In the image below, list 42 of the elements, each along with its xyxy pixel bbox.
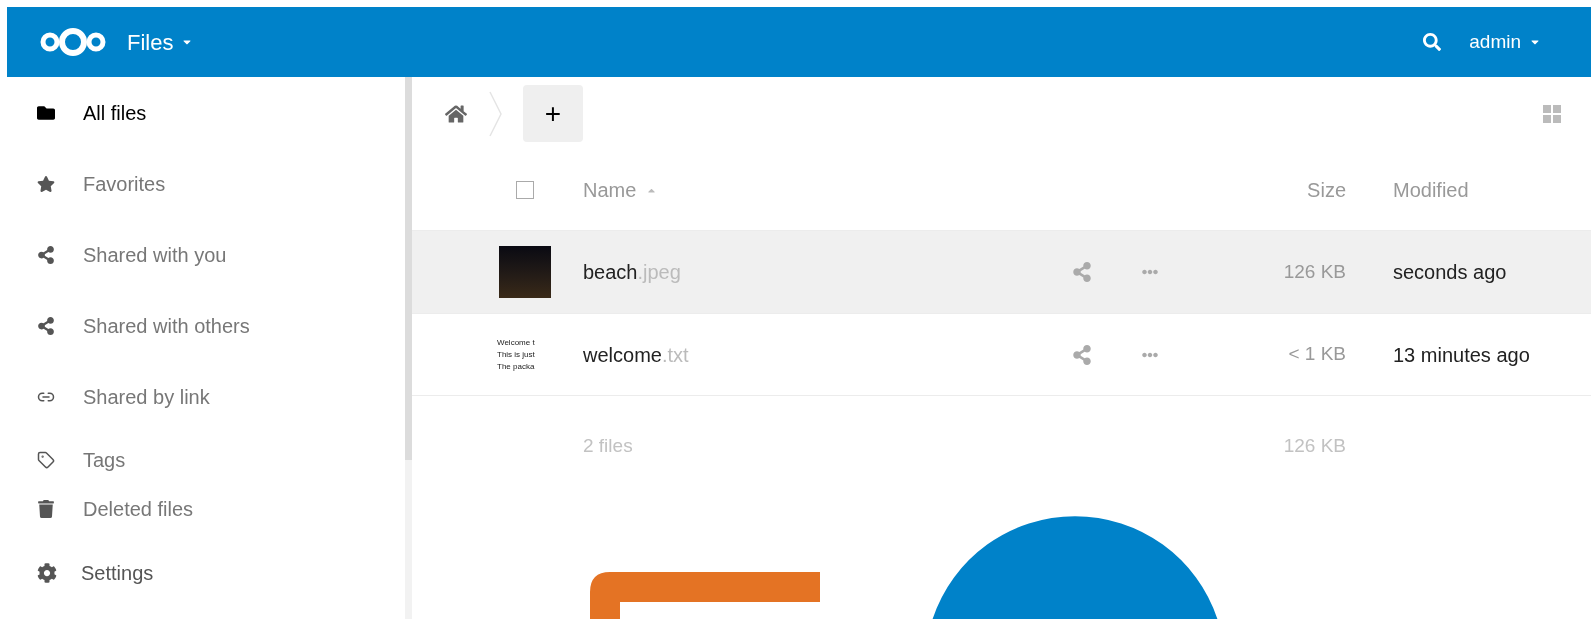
total-size: 126 KB	[1282, 433, 1347, 458]
sidebar-item[interactable]: All files	[7, 77, 405, 148]
scrollbar-thumb[interactable]	[405, 77, 412, 460]
photo-placeholder	[499, 246, 551, 298]
share-icon	[37, 245, 55, 264]
trash-icon	[37, 499, 55, 518]
select-all-checkbox[interactable]	[516, 181, 534, 199]
folder-icon	[37, 103, 55, 122]
star-icon	[37, 174, 55, 193]
modified-time: 13 minutes ago	[1393, 342, 1531, 368]
sidebar-item[interactable]: Shared with others	[7, 290, 405, 361]
search-button[interactable]	[1423, 33, 1442, 51]
modified-column-header[interactable]: Modified	[1393, 175, 1561, 205]
home-button[interactable]	[445, 102, 467, 125]
file-size: 126 KB	[1282, 259, 1347, 284]
thumbnail-text: This is just	[497, 350, 536, 359]
breadcrumb-separator-icon	[489, 90, 503, 137]
grid-view-icon[interactable]	[1543, 104, 1561, 123]
settings-button[interactable]: Settings	[7, 545, 405, 600]
app-menu-button[interactable]: Files	[127, 25, 194, 59]
thumbnail-text: Welcome t	[497, 338, 536, 347]
file-name[interactable]: welcome.txt	[583, 339, 689, 370]
sidebar-item[interactable]: Shared with you	[7, 219, 405, 290]
size-column-header[interactable]: Size	[1158, 175, 1358, 205]
sidebar-item[interactable]: Tags	[7, 432, 405, 487]
file-size: < 1 KB	[1287, 342, 1347, 367]
share-button[interactable]	[1072, 262, 1092, 282]
sidebar-item[interactable]: Deleted files	[7, 487, 405, 530]
logo-icon	[39, 26, 107, 58]
name-column-header[interactable]: Name	[583, 175, 658, 205]
share-icon	[37, 316, 55, 335]
sidebar-item[interactable]: Shared by link	[7, 361, 405, 432]
file-row[interactable]: Welcome t This is just The packa welcome.txt < 1 KB 13 minutes ago	[412, 313, 1591, 396]
tag-icon	[37, 450, 55, 469]
user-menu-button[interactable]: admin	[1469, 27, 1541, 57]
modified-time: seconds ago	[1393, 260, 1508, 285]
file-count: 2 files	[583, 433, 633, 458]
settings-icon	[37, 562, 57, 583]
thumbnail-text: The packa	[497, 362, 536, 371]
sidebar-item[interactable]: Favorites	[7, 148, 405, 219]
new-button[interactable]: +	[523, 85, 583, 142]
share-button[interactable]	[1072, 344, 1092, 365]
